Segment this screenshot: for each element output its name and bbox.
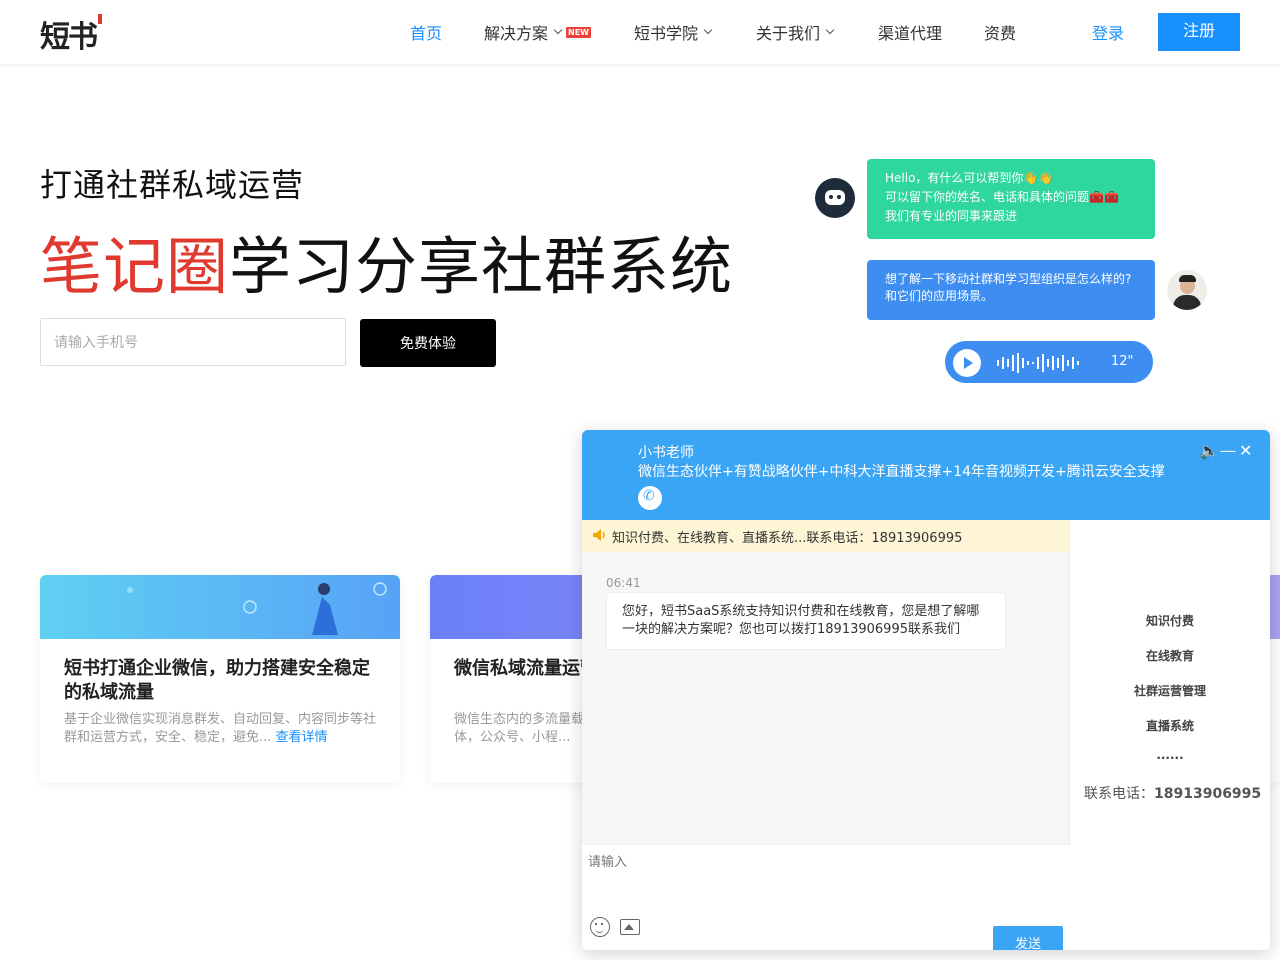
nav-channel-agent[interactable]: 渠道代理: [878, 20, 942, 44]
agent-message: 您好，短书SaaS系统支持知识付费和在线教育，您是想了解哪一块的解决方案呢？您也…: [606, 592, 1006, 650]
bubble-line: 可以留下你的姓名、电话和具体的问题🧰🧰: [885, 190, 1119, 204]
agent-name: 小书老师: [638, 445, 694, 461]
chevron-down-icon: [553, 25, 563, 35]
card-description: 微信生态内的多流量载体，公众号、小程...: [454, 712, 585, 745]
bubble-line: Hello，有什么可以帮到你👋👋: [885, 171, 1054, 185]
message-area: 06:41 您好，短书SaaS系统支持知识付费和在线教育，您是想了解哪一块的解决…: [582, 552, 1070, 844]
notice-bar: 知识付费、在线教育、直播系统...联系电话：18913906995: [582, 520, 1070, 552]
hero-subtitle: 打通社群私域运营: [40, 166, 305, 204]
card-desc-text: 基于企业微信实现消息群发、自动回复、内容同步等社群和运营方式，安全、稳定，避免.…: [64, 712, 377, 745]
image-icon[interactable]: [620, 919, 640, 935]
card-title: 短书打通企业微信，助力搭建安全稳定的私域流量: [64, 658, 370, 703]
agent-slogan: 微信生态伙伴+有赞战略伙伴+中科大洋直播支撑+14年音视频开发+腾讯云安全支撑: [638, 464, 1165, 480]
notice-text: 知识付费、在线教育、直播系统...联系电话：18913906995: [612, 531, 963, 546]
free-trial-button[interactable]: 免费体验: [360, 319, 496, 367]
waveform-icon: [997, 353, 1079, 373]
card-description: 基于企业微信实现消息群发、自动回复、内容同步等社群和运营方式，安全、稳定，避免.…: [64, 711, 384, 747]
bot-message-bubble: Hello，有什么可以帮到你👋👋 可以留下你的姓名、电话和具体的问题🧰🧰 我们有…: [867, 159, 1155, 239]
bubble-line: 和它们的应用场景。: [885, 289, 994, 303]
chat-header: 小书老师 微信生态伙伴+有赞战略伙伴+中科大洋直播支撑+14年音视频开发+腾讯云…: [582, 430, 1270, 520]
speaker-icon[interactable]: 🔈: [1199, 441, 1219, 460]
nav-academy[interactable]: 短书学院: [634, 20, 713, 44]
message-time: 06:41: [606, 576, 641, 590]
hero-title-highlight: 笔记圈: [40, 230, 230, 303]
nav-solutions[interactable]: 解决方案 NEW: [484, 20, 591, 44]
login-link[interactable]: 登录: [1092, 20, 1124, 44]
chat-input-area: 发送: [582, 844, 1070, 950]
feature-card[interactable]: 短书打通企业微信，助力搭建安全稳定的私域流量 基于企业微信实现消息群发、自动回复…: [40, 575, 400, 783]
nav-pricing[interactable]: 资费: [984, 20, 1016, 44]
logo[interactable]: 短书: [40, 12, 102, 56]
sidebar-item-knowledge-payment[interactable]: 知识付费: [1070, 612, 1270, 629]
play-icon: [953, 349, 981, 377]
phone-input[interactable]: [40, 318, 346, 366]
send-button[interactable]: 发送: [993, 926, 1063, 950]
chat-sidebar: 知识付费 在线教育 社群运营管理 直播系统 ...... 联系电话：189139…: [1070, 520, 1270, 950]
register-button[interactable]: 注册: [1158, 13, 1240, 51]
chat-widget: 小书老师 微信生态伙伴+有赞战略伙伴+中科大洋直播支撑+14年音视频开发+腾讯云…: [582, 430, 1270, 950]
hero-title-rest: 学习分享社群系统: [229, 230, 734, 303]
phone-icon[interactable]: [638, 486, 662, 510]
sidebar-item-live-system[interactable]: 直播系统: [1070, 717, 1270, 734]
voice-message: 12": [945, 341, 1153, 383]
card-banner-image: [40, 575, 400, 639]
contact-number: 18913906995: [1154, 786, 1262, 802]
bubble-line: 想了解一下移动社群和学习型组织是怎么样的?: [885, 272, 1132, 286]
contact-label: 联系电话：: [1084, 786, 1154, 802]
sidebar-item-community-management[interactable]: 社群运营管理: [1070, 682, 1270, 699]
new-badge: NEW: [566, 26, 591, 38]
chat-input[interactable]: [588, 851, 1058, 901]
hero-title: 笔记圈学习分享社群系统: [40, 216, 733, 306]
close-icon[interactable]: ✕: [1239, 441, 1252, 460]
sidebar-item-more: ......: [1156, 748, 1184, 762]
robot-avatar-icon: [815, 178, 855, 218]
nav-home[interactable]: 首页: [410, 20, 442, 44]
chevron-down-icon: [703, 25, 713, 35]
voice-duration: 12": [1111, 354, 1134, 369]
user-avatar: [1167, 270, 1207, 310]
announcement-icon: [593, 529, 605, 541]
sidebar-item-online-education[interactable]: 在线教育: [1070, 647, 1270, 664]
view-details-link[interactable]: 查看详情: [276, 730, 328, 745]
emoji-icon[interactable]: [590, 917, 610, 937]
bubble-line: 我们有专业的同事来跟进: [885, 209, 1018, 223]
minimize-icon[interactable]: —: [1220, 441, 1236, 460]
nav-about[interactable]: 关于我们: [756, 20, 835, 44]
chevron-down-icon: [825, 25, 835, 35]
user-message-bubble: 想了解一下移动社群和学习型组织是怎么样的? 和它们的应用场景。: [867, 260, 1155, 320]
contact-phone: 联系电话：18913906995: [1084, 783, 1261, 803]
top-nav-bar: 短书 首页 解决方案 NEW 短书学院 关于我们 渠道代理 资费 登录 注册: [0, 0, 1280, 64]
